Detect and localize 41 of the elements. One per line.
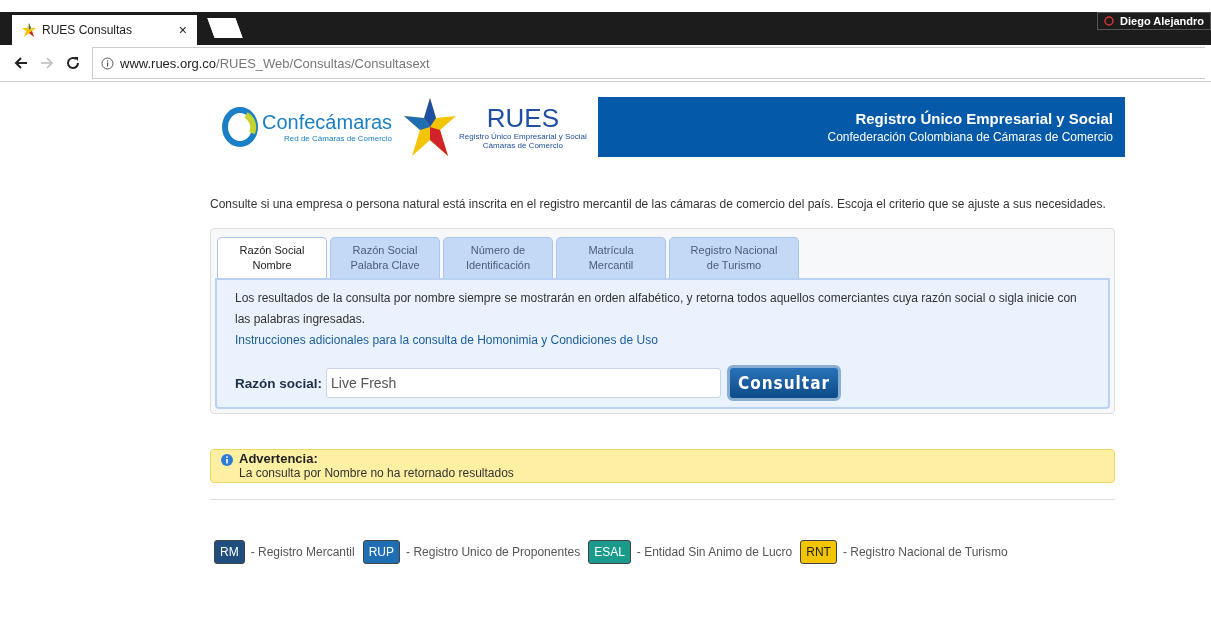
search-tab[interactable]: Razón Social Palabra Clave	[330, 237, 440, 278]
logo-name: Confecámaras	[262, 111, 393, 134]
consultar-button[interactable]: Consultar	[727, 365, 842, 401]
tab-close[interactable]: ×	[178, 22, 187, 38]
instructions-link[interactable]: Instrucciones adicionales para la consulta de Homonimia y Condiciones de Uso	[235, 333, 658, 347]
intro-text: Consulte si una empresa o persona natural está inscrita en el registro mercantil de las cámaras de comercio del país. Escoja el criterio que se ajuste a sus necesidades.	[210, 196, 1107, 213]
registry-badge: RNT	[800, 540, 837, 564]
warning-message: La consulta por Nombre no ha retornado resultados	[239, 466, 514, 480]
description-text: Los resultados de la consulta por nombre siempre se mostrarán en orden alfabético, y retorna todos aquellos comerciantes cuya razón social o sigla inicie con las palabras ingresadas.	[235, 290, 1078, 328]
logo-name: RUES	[486, 104, 559, 132]
info-icon	[101, 56, 114, 70]
reload-icon[interactable]	[66, 56, 80, 70]
legend-label: - Entidad Sin Animo de Lucro	[636, 545, 793, 559]
star-logo-icon	[404, 98, 457, 156]
logo-tagline: Red de Cámaras de Comercio	[284, 134, 393, 143]
search-tab[interactable]: Razón Social Nombre	[217, 237, 327, 278]
info-icon	[221, 454, 233, 466]
warning-title: Advertencia:	[239, 452, 319, 466]
browser-tab[interactable]: RUES Consultas ×	[12, 15, 197, 45]
profile-button[interactable]: Diego Alejandro	[1097, 12, 1211, 30]
new-tab-button[interactable]	[207, 18, 243, 38]
logo-tagline: Cámaras de Comercio	[482, 141, 563, 150]
registry-badge: RM	[214, 540, 245, 564]
legend-label: - Registro Unico de Proponentes	[406, 545, 581, 559]
logo-tagline: Registro Único Empresarial y Social	[459, 132, 587, 141]
user-icon	[1104, 16, 1115, 26]
back-icon[interactable]	[14, 56, 28, 70]
registry-badge: RUP	[362, 540, 401, 564]
search-tab[interactable]: Registro Nacional de Turismo	[669, 237, 799, 278]
legend-label: - Registro Mercantil	[250, 545, 355, 559]
star-logo-icon	[22, 23, 36, 37]
header-banner: Registro Único Empresarial y Social Confederación Colombiana de Cámaras de Comercio	[598, 97, 1125, 157]
input-field[interactable]: Live Fresh	[326, 368, 722, 398]
tab-title: RUES Consultas	[42, 23, 133, 37]
legend-label: - Registro Nacional de Turismo	[842, 545, 1008, 559]
ring-logo-icon	[222, 107, 258, 147]
registry-badge: ESAL	[588, 540, 631, 564]
search-tab[interactable]: Número de Identificación	[443, 237, 553, 278]
search-tab[interactable]: Matrícula Mercantil	[556, 237, 666, 278]
address-bar[interactable]: www.rues.org.co/RUES_Web/Consultas/Consultasext	[92, 47, 1205, 79]
field-label: Razón social:	[235, 375, 323, 391]
